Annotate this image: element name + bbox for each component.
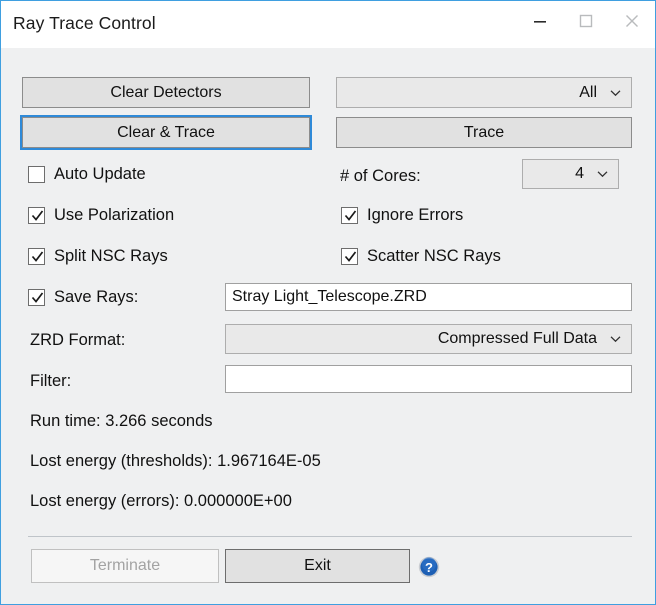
caption-button-group bbox=[517, 1, 655, 41]
lost-energy-thresholds-status: Lost energy (thresholds): 1.967164E-05 bbox=[30, 452, 321, 471]
scatter-nsc-rays-checkbox[interactable] bbox=[341, 248, 358, 265]
footer-separator bbox=[28, 536, 632, 537]
trace-button[interactable]: Trace bbox=[336, 117, 632, 148]
ignore-errors-checkbox-row[interactable]: Ignore Errors bbox=[341, 206, 463, 225]
filter-label: Filter: bbox=[30, 372, 71, 391]
save-rays-label: Save Rays: bbox=[54, 288, 138, 307]
help-icon: ? bbox=[418, 556, 440, 578]
scatter-nsc-rays-label: Scatter NSC Rays bbox=[367, 247, 501, 266]
maximize-button[interactable] bbox=[563, 1, 609, 41]
ignore-errors-checkbox[interactable] bbox=[341, 207, 358, 224]
check-icon bbox=[343, 208, 358, 223]
save-rays-file-input[interactable]: Stray Light_Telescope.ZRD bbox=[225, 283, 632, 311]
save-rays-checkbox-row[interactable]: Save Rays: bbox=[28, 288, 138, 307]
minimize-button[interactable] bbox=[517, 1, 563, 41]
check-icon bbox=[30, 249, 45, 264]
split-nsc-rays-checkbox-row[interactable]: Split NSC Rays bbox=[28, 247, 168, 266]
chevron-down-icon bbox=[609, 87, 621, 99]
close-icon bbox=[624, 13, 640, 29]
ignore-errors-label: Ignore Errors bbox=[367, 206, 463, 225]
num-cores-combo[interactable]: 4 bbox=[522, 159, 619, 189]
detector-scope-combo[interactable]: All bbox=[336, 77, 632, 108]
clear-and-trace-button[interactable]: Clear & Trace bbox=[22, 117, 310, 148]
chevron-down-icon bbox=[609, 333, 621, 345]
auto-update-checkbox-row[interactable]: Auto Update bbox=[28, 165, 146, 184]
auto-update-label: Auto Update bbox=[54, 165, 146, 184]
split-nsc-rays-label: Split NSC Rays bbox=[54, 247, 168, 266]
scatter-nsc-rays-checkbox-row[interactable]: Scatter NSC Rays bbox=[341, 247, 501, 266]
window-title: Ray Trace Control bbox=[13, 13, 156, 34]
auto-update-checkbox[interactable] bbox=[28, 166, 45, 183]
check-icon bbox=[343, 249, 358, 264]
minimize-icon bbox=[533, 14, 547, 28]
use-polarization-label: Use Polarization bbox=[54, 206, 174, 225]
help-button[interactable]: ? bbox=[418, 556, 440, 578]
save-rays-checkbox[interactable] bbox=[28, 289, 45, 306]
terminate-button[interactable]: Terminate bbox=[31, 549, 219, 583]
maximize-icon bbox=[579, 14, 593, 28]
zrd-format-value: Compressed Full Data bbox=[438, 330, 597, 348]
clear-detectors-button[interactable]: Clear Detectors bbox=[22, 77, 310, 108]
detector-scope-value: All bbox=[579, 84, 597, 102]
dialog-client-area: Clear Detectors All Clear & Trace Trace … bbox=[1, 48, 655, 604]
chevron-down-icon bbox=[596, 168, 608, 180]
exit-button[interactable]: Exit bbox=[225, 549, 410, 583]
use-polarization-checkbox[interactable] bbox=[28, 207, 45, 224]
check-icon bbox=[30, 208, 45, 223]
check-icon bbox=[30, 290, 45, 305]
run-time-status: Run time: 3.266 seconds bbox=[30, 412, 213, 431]
ray-trace-control-window: Ray Trace Control Clear Detec bbox=[0, 0, 656, 605]
num-cores-label: # of Cores: bbox=[340, 167, 421, 186]
zrd-format-label: ZRD Format: bbox=[30, 331, 125, 350]
num-cores-value: 4 bbox=[575, 165, 584, 183]
save-rays-file-value: Stray Light_Telescope.ZRD bbox=[232, 288, 427, 306]
close-button[interactable] bbox=[609, 1, 655, 41]
svg-text:?: ? bbox=[425, 560, 433, 575]
title-bar: Ray Trace Control bbox=[1, 1, 655, 48]
zrd-format-combo[interactable]: Compressed Full Data bbox=[225, 324, 632, 354]
filter-input[interactable] bbox=[225, 365, 632, 393]
split-nsc-rays-checkbox[interactable] bbox=[28, 248, 45, 265]
use-polarization-checkbox-row[interactable]: Use Polarization bbox=[28, 206, 174, 225]
lost-energy-errors-status: Lost energy (errors): 0.000000E+00 bbox=[30, 492, 292, 511]
